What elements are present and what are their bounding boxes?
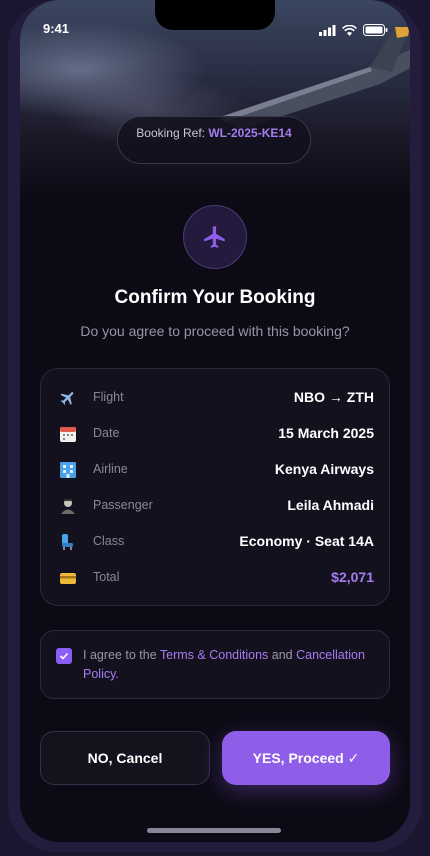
seat-icon	[62, 534, 73, 550]
detail-row-date: Date 15 March 2025	[41, 422, 391, 446]
building-icon	[60, 462, 76, 478]
signal-icon	[319, 24, 336, 36]
page-subtitle: Do you agree to proceed with this bookin…	[80, 323, 350, 339]
battery-icon	[363, 24, 388, 36]
camera-notch	[155, 0, 275, 30]
booking-details-card: Flight NBO → ZTH Date 15 March 2025 Airl…	[40, 368, 390, 606]
checkmark-icon	[59, 652, 69, 660]
detail-label: Class	[93, 534, 125, 548]
airplane-badge	[183, 205, 247, 269]
app-screen: 9:41 Booking Ref: WL-2025-KE14 Confirm Y…	[20, 0, 410, 842]
detail-value: Leila Ahmadi	[287, 497, 374, 513]
detail-value: 15 March 2025	[278, 425, 374, 441]
detail-row-flight: Flight NBO → ZTH	[41, 386, 391, 410]
terms-text: I agree to the Terms & Conditions and Ca…	[83, 646, 378, 684]
detail-label: Airline	[93, 462, 128, 476]
agreement-middle: and	[268, 648, 297, 662]
passenger-icon	[61, 499, 75, 514]
proceed-button[interactable]: YES, Proceed ✓	[222, 731, 390, 785]
agreement-suffix: .	[115, 667, 119, 681]
detail-value: NBO → ZTH	[293, 389, 374, 405]
detail-row-passenger: Passenger Leila Ahmadi	[41, 494, 391, 518]
cancel-button[interactable]: NO, Cancel	[40, 731, 210, 785]
page-title: Confirm Your Booking	[114, 287, 316, 308]
booking-ref-label: Booking Ref:	[136, 126, 205, 140]
booking-ref-pill: Booking Ref: WL-2025-KE14	[117, 116, 311, 164]
terms-checkbox[interactable]	[56, 648, 72, 664]
home-indicator[interactable]	[147, 828, 281, 833]
detail-label: Passenger	[93, 498, 153, 512]
detail-value: Kenya Airways	[274, 461, 374, 477]
credit-card-icon	[60, 573, 76, 584]
calendar-icon	[60, 427, 76, 442]
total-value: $2,071	[331, 569, 374, 585]
detail-label: Total	[93, 570, 120, 584]
booking-ref-code: WL-2025-KE14	[208, 126, 292, 140]
detail-row-class: Class Economy · Seat 14A	[41, 530, 391, 554]
detail-label: Flight	[93, 390, 124, 404]
terms-link[interactable]: Terms & Conditions	[160, 648, 268, 662]
detail-label: Date	[93, 426, 120, 440]
wifi-icon	[342, 24, 357, 36]
detail-row-total: Total $2,071	[41, 566, 391, 590]
airplane-icon	[204, 226, 225, 248]
agreement-prefix: I agree to the	[83, 648, 160, 662]
airplane-icon	[60, 392, 74, 405]
status-time: 9:41	[43, 21, 70, 36]
detail-value: Economy · Seat 14A	[239, 533, 374, 549]
detail-row-airline: Airline Kenya Airways	[41, 458, 391, 482]
terms-agreement: I agree to the Terms & Conditions and Ca…	[40, 630, 390, 699]
